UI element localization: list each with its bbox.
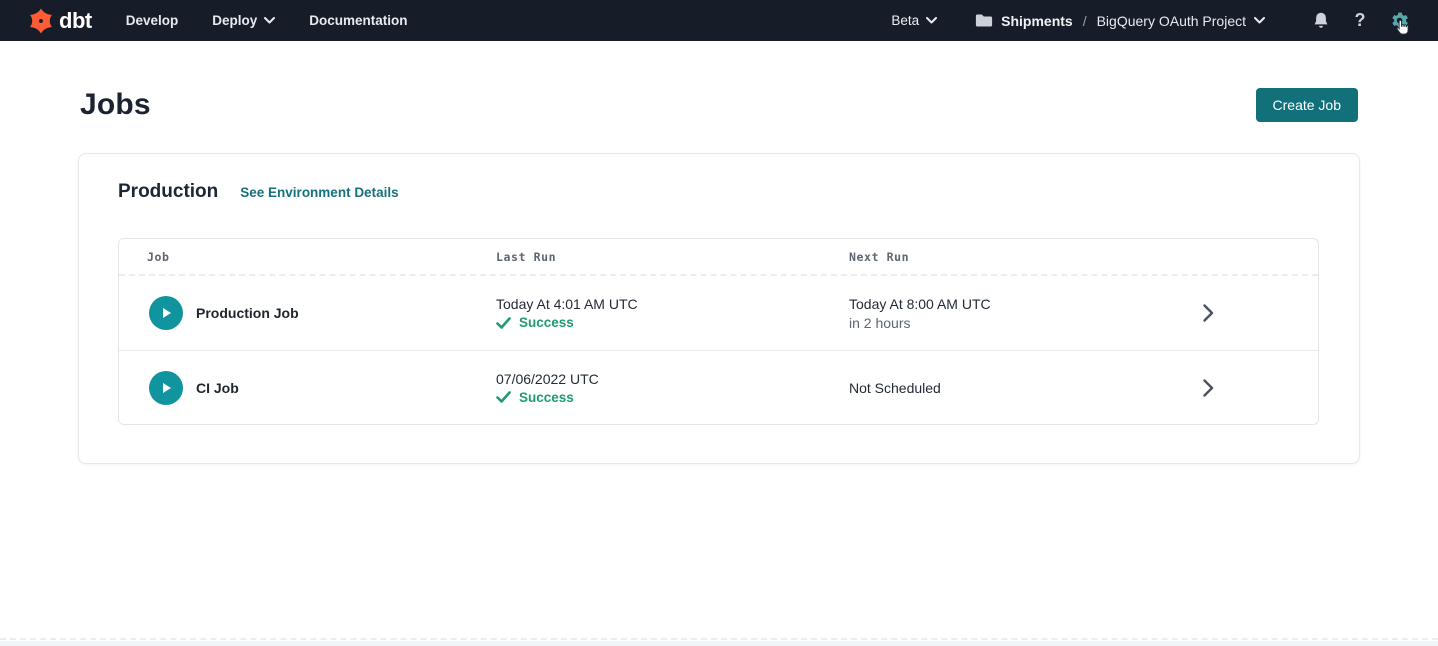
dbt-logo-text: dbt (59, 10, 92, 32)
chevron-right-icon[interactable] (1203, 304, 1214, 322)
nav-develop[interactable]: Develop (126, 13, 179, 28)
last-run-status: Success (496, 315, 849, 330)
notifications-button[interactable] (1308, 8, 1334, 34)
play-icon (159, 381, 173, 395)
create-job-button[interactable]: Create Job (1256, 88, 1358, 122)
column-header-next-run: Next Run (849, 250, 1098, 264)
main-content: Jobs Create Job Production See Environme… (0, 88, 1438, 464)
job-row-ci[interactable]: CI Job 07/06/2022 UTC Success Not Schedu… (119, 350, 1318, 424)
job-name: Production Job (196, 305, 299, 321)
project-name: BigQuery OAuth Project (1097, 13, 1246, 29)
job-row-production[interactable]: Production Job Today At 4:01 AM UTC Succ… (119, 276, 1318, 350)
app-root: dbt Develop Deploy Documentation Beta (0, 0, 1438, 646)
check-icon (496, 391, 511, 403)
top-navbar: dbt Develop Deploy Documentation Beta (0, 0, 1438, 41)
breadcrumb-separator: / (1083, 13, 1087, 29)
account-name: Shipments (1001, 13, 1073, 29)
status-text: Success (519, 390, 574, 405)
dbt-logo-icon (28, 8, 54, 34)
job-name: CI Job (196, 380, 239, 396)
next-run-time: Today At 8:00 AM UTC (849, 296, 1098, 312)
next-run-time: Not Scheduled (849, 380, 1098, 396)
bottom-strip (0, 641, 1438, 646)
chevron-right-icon[interactable] (1203, 379, 1214, 397)
help-icon: ? (1355, 10, 1366, 31)
main-nav: Develop Deploy Documentation (126, 13, 408, 28)
check-icon (496, 317, 511, 329)
dbt-logo[interactable]: dbt (28, 8, 92, 34)
beta-dropdown[interactable]: Beta (891, 13, 937, 28)
chevron-down-icon (926, 17, 937, 24)
status-text: Success (519, 315, 574, 330)
project-picker[interactable]: Shipments / BigQuery OAuth Project (975, 13, 1265, 29)
page-title: Jobs (80, 88, 151, 122)
jobs-table-header: Job Last Run Next Run (119, 239, 1318, 276)
last-run-time: 07/06/2022 UTC (496, 371, 849, 387)
run-job-button[interactable] (149, 371, 183, 405)
nav-deploy[interactable]: Deploy (212, 13, 275, 28)
mouse-cursor (1395, 19, 1410, 36)
play-icon (159, 306, 173, 320)
last-run-time: Today At 4:01 AM UTC (496, 296, 849, 312)
column-header-last-run: Last Run (496, 250, 849, 264)
chevron-down-icon (1254, 17, 1265, 24)
settings-button[interactable] (1386, 8, 1412, 34)
see-environment-details-link[interactable]: See Environment Details (240, 185, 398, 200)
column-header-job: Job (119, 250, 496, 264)
help-button[interactable]: ? (1347, 8, 1373, 34)
bell-icon (1312, 11, 1330, 31)
next-run-relative: in 2 hours (849, 315, 1098, 331)
jobs-table: Job Last Run Next Run Production Job Tod… (118, 238, 1319, 425)
environment-card: Production See Environment Details Job L… (78, 153, 1360, 464)
run-job-button[interactable] (149, 296, 183, 330)
environment-name: Production (118, 181, 218, 203)
folder-icon (975, 13, 993, 28)
chevron-down-icon (264, 17, 275, 24)
bottom-divider (0, 638, 1438, 640)
last-run-status: Success (496, 390, 849, 405)
nav-documentation[interactable]: Documentation (309, 13, 407, 28)
